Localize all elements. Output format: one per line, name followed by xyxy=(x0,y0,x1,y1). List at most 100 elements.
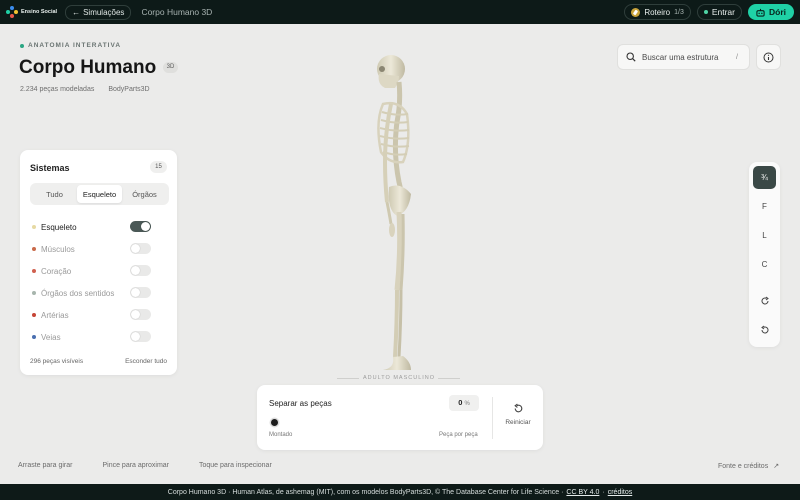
separate-pieces-card: Separar as peças 0 % Montado Peça por pe… xyxy=(257,385,543,450)
hint-inspect: Toque para inspecionar xyxy=(199,462,272,469)
source-label: BodyParts3D xyxy=(108,86,150,93)
view-three-quarter-button[interactable]: ¾ xyxy=(753,166,776,189)
dori-assistant-button[interactable]: Dóri xyxy=(748,4,794,20)
toggle-knob xyxy=(131,266,140,275)
hide-all-button[interactable]: Esconder tudo xyxy=(125,358,167,365)
back-to-simulations-button[interactable]: ← Simulações xyxy=(65,4,132,20)
system-color-dot xyxy=(32,291,36,295)
robot-icon xyxy=(756,8,765,17)
system-color-dot xyxy=(32,247,36,251)
system-name: Artérias xyxy=(41,310,69,320)
search-icon xyxy=(626,52,636,62)
breadcrumb: Corpo Humano 3D xyxy=(141,7,213,17)
info-button[interactable] xyxy=(756,44,781,70)
rotate-right-button[interactable] xyxy=(753,289,776,312)
systems-count: 15 xyxy=(150,161,167,173)
systems-panel: Sistemas 15 Tudo Esqueleto Órgãos Esquel… xyxy=(20,150,177,375)
logo-text: Ensino Social xyxy=(21,9,58,15)
systems-tabs: Tudo Esqueleto Órgãos xyxy=(30,183,169,205)
hint-rotate: Arraste para girar xyxy=(18,462,73,469)
footer-separator: · xyxy=(602,488,605,496)
toggle-knob xyxy=(131,288,140,297)
separate-value: 0 % xyxy=(449,395,479,411)
sources-link[interactable]: Fonte e créditos ↗ xyxy=(718,462,780,471)
reset-icon xyxy=(513,403,522,413)
slider-min-label: Montado xyxy=(269,432,293,438)
search-box[interactable]: / xyxy=(617,44,750,70)
eyebrow: ANATOMIA INTERATIVA xyxy=(20,42,121,49)
pieces-count: 2.234 peças modeladas xyxy=(20,86,95,93)
system-color-dot xyxy=(32,335,36,339)
toggle-knob xyxy=(131,310,140,319)
system-name: Coração xyxy=(41,266,72,276)
roteiro-button[interactable]: Roteiro 1/3 xyxy=(624,4,691,20)
roteiro-label: Roteiro xyxy=(644,7,671,17)
login-button[interactable]: Entrar xyxy=(696,4,742,20)
eyebrow-text: ANATOMIA INTERATIVA xyxy=(28,42,122,49)
system-name: Órgãos dos sentidos xyxy=(41,288,115,298)
compass-icon xyxy=(631,7,641,17)
slider-max-label: Peça por peça xyxy=(439,432,478,438)
tab-orgaos[interactable]: Órgãos xyxy=(122,185,167,203)
login-label: Entrar xyxy=(711,7,735,17)
separate-value-number: 0 xyxy=(458,398,463,407)
search-input[interactable] xyxy=(642,52,730,62)
system-name: Esqueleto xyxy=(41,222,77,232)
arrow-up-right-icon: ↗ xyxy=(773,463,780,470)
skeleton-model[interactable] xyxy=(355,52,450,374)
divider xyxy=(492,397,493,439)
top-bar: Ensino Social ← Simulações Corpo Humano … xyxy=(0,0,800,24)
toggle-knob xyxy=(131,332,140,341)
footer-credit-text: Corpo Humano 3D · Human Atlas, de ashema… xyxy=(167,488,564,496)
dori-label: Dóri xyxy=(769,7,786,17)
system-name: Músculos xyxy=(41,244,75,254)
toggle-knob xyxy=(131,244,140,253)
divider xyxy=(438,378,460,379)
3d-badge: 3D xyxy=(163,62,178,73)
info-icon xyxy=(763,52,774,62)
rotate-right-icon xyxy=(761,296,769,304)
divider xyxy=(337,378,359,379)
tab-esqueleto[interactable]: Esqueleto xyxy=(77,185,122,203)
page-title: Corpo Humano xyxy=(19,57,157,78)
back-label: Simulações xyxy=(83,7,125,17)
logo[interactable]: Ensino Social xyxy=(6,6,57,18)
separate-title: Separar as peças xyxy=(269,399,332,408)
rotate-left-button[interactable] xyxy=(753,318,776,341)
license-link[interactable]: CC BY 4.0 xyxy=(566,489,599,496)
systems-footer: 296 peças visíveis Esconder tudo xyxy=(30,358,167,365)
systems-title: Sistemas xyxy=(30,163,70,173)
tab-tudo[interactable]: Tudo xyxy=(32,185,77,203)
toggle-orgaos-sentidos[interactable] xyxy=(130,287,151,298)
gesture-hints: Arraste para girar Pince para aproximar … xyxy=(18,462,272,469)
status-dot-icon xyxy=(703,10,708,14)
toggle-arterias[interactable] xyxy=(130,309,151,320)
page-meta: 2.234 peças modeladas BodyParts3D xyxy=(20,86,150,93)
toggle-veias[interactable] xyxy=(130,331,151,342)
separate-slider[interactable] xyxy=(271,419,278,426)
system-color-dot xyxy=(32,225,36,229)
hint-zoom: Pince para aproximar xyxy=(102,462,169,469)
toggle-musculos[interactable] xyxy=(130,243,151,254)
system-color-dot xyxy=(32,313,36,317)
toggle-esqueleto[interactable] xyxy=(130,221,151,232)
footer: Corpo Humano 3D · Human Atlas, de ashema… xyxy=(0,484,800,500)
roteiro-count: 1/3 xyxy=(674,8,684,16)
view-lateral-button[interactable]: L xyxy=(753,224,776,247)
search-shortcut: / xyxy=(736,53,738,61)
credits-link[interactable]: créditos xyxy=(608,489,633,496)
toggle-coracao[interactable] xyxy=(130,265,151,276)
toggle-knob xyxy=(141,222,150,231)
view-front-button[interactable]: F xyxy=(753,195,776,218)
visible-count: 296 peças visíveis xyxy=(30,358,84,365)
reset-button[interactable]: Reiniciar xyxy=(501,403,535,426)
view-c-button[interactable]: C xyxy=(753,253,776,276)
system-name: Veias xyxy=(41,332,61,342)
system-color-dot xyxy=(32,269,36,273)
reset-label: Reiniciar xyxy=(505,419,531,426)
view-toolbar: ¾ F L C xyxy=(749,162,780,347)
rotate-left-icon xyxy=(760,325,768,333)
eyebrow-dot-icon xyxy=(20,43,24,48)
separate-value-unit: % xyxy=(464,401,470,407)
sources-label: Fonte e créditos xyxy=(718,462,769,470)
